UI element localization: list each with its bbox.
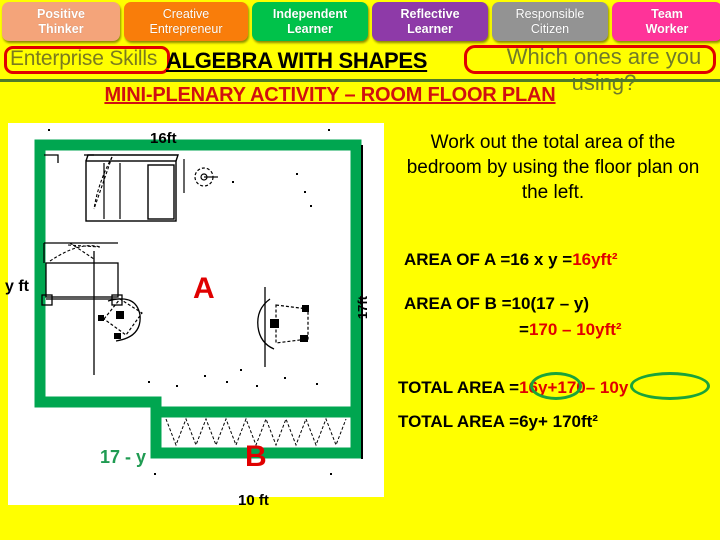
area-b-expression: 10(17 – y): [511, 294, 590, 313]
skill-tab-line1: Reflective: [400, 6, 460, 21]
furniture-wardrobe: [85, 154, 179, 222]
skill-tab-line2: Learner: [407, 21, 453, 36]
skill-tab-independent-learner[interactable]: Independent Learner: [252, 2, 368, 41]
total-label-2: TOTAL AREA =: [398, 412, 520, 431]
furniture-ceiling-light: [183, 159, 218, 193]
skill-tab-positive-thinker[interactable]: Positive Thinker: [2, 2, 120, 41]
dimension-17-minus-y: 17 - y: [100, 447, 147, 467]
skill-tab-line2: Thinker: [38, 21, 84, 36]
skill-tab-creative-entrepreneur[interactable]: Creative Entrepreneur: [124, 2, 248, 41]
dimension-left-yft: y ft: [5, 278, 29, 295]
page-title: ALGEBRA WITH SHAPES: [166, 48, 428, 73]
header-divider: [0, 79, 720, 82]
area-b-equals: =: [519, 320, 529, 339]
equation-area-a: AREA OF A =16 x y =16yft²: [404, 250, 618, 270]
area-b-label: AREA OF B =: [404, 294, 512, 313]
enterprise-skills-label: Enterprise Skills: [10, 47, 158, 70]
total-term-16y: 16y: [519, 378, 548, 397]
highlight-ellipse-minus-10y: [630, 372, 710, 400]
total-term-minus-10y: – 10y: [585, 378, 629, 397]
dimension-right-17ft: 17ft: [355, 295, 371, 320]
furniture-wardrobe-door-swing: [93, 156, 113, 210]
room-a-label: A: [193, 272, 215, 305]
subtitle: MINI-PLENARY ACTIVITY – ROOM FLOOR PLAN: [104, 84, 556, 106]
skills-bar: Positive Thinker Creative Entrepreneur I…: [0, 0, 720, 44]
skill-tab-team-worker[interactable]: Team Worker: [612, 2, 720, 41]
room-b-label: B: [245, 440, 267, 473]
floor-texture-marks: [48, 129, 332, 475]
furniture-bed-swing: [49, 242, 101, 262]
area-a-result: 16yft²: [572, 250, 618, 269]
furniture-chair-right: [270, 304, 309, 344]
equation-area-b: AREA OF B =10(17 – y): [404, 294, 589, 314]
total-plus-sign: +: [547, 378, 558, 397]
equation-total-area-expanded: TOTAL AREA =16y+170– 10y: [398, 378, 628, 398]
skill-tab-line1: Team: [651, 6, 683, 21]
area-a-label: AREA OF A =: [404, 250, 511, 269]
skill-tab-line1: Independent: [272, 6, 348, 21]
total-result: 6y+ 170ft²: [519, 412, 598, 431]
furniture-bed: [41, 242, 123, 306]
dimension-top-16ft: 16ft: [150, 130, 177, 147]
skill-tab-line2: Worker: [645, 21, 689, 36]
slide-canvas: Positive Thinker Creative Entrepreneur I…: [0, 0, 720, 540]
skill-tab-line1: Positive: [37, 6, 85, 21]
skill-tab-responsible-citizen[interactable]: Responsible Citizen: [492, 2, 608, 41]
dimension-bottom-10ft: 10 ft: [238, 492, 269, 509]
skill-tab-reflective-learner[interactable]: Reflective Learner: [372, 2, 488, 41]
task-instruction: Work out the total area of the bedroom b…: [406, 132, 700, 203]
total-label-1: TOTAL AREA =: [398, 378, 520, 397]
skill-tab-line1: Responsible: [515, 6, 585, 21]
area-a-expression: 16 x y =: [510, 250, 573, 269]
area-b-result: 170 – 10yft²: [528, 320, 622, 339]
skill-tab-line2: Learner: [287, 21, 333, 36]
equation-total-area-simplified: TOTAL AREA =6y+ 170ft²: [398, 412, 598, 432]
skill-tab-line2: Citizen: [530, 21, 570, 36]
skill-tab-line2: Entrepreneur: [149, 21, 223, 36]
total-term-170: 170: [557, 378, 586, 397]
skill-tab-line1: Creative: [162, 6, 210, 21]
floor-plan-drawing: [34, 129, 363, 475]
equation-area-b-result: =170 – 10yft²: [519, 320, 622, 340]
